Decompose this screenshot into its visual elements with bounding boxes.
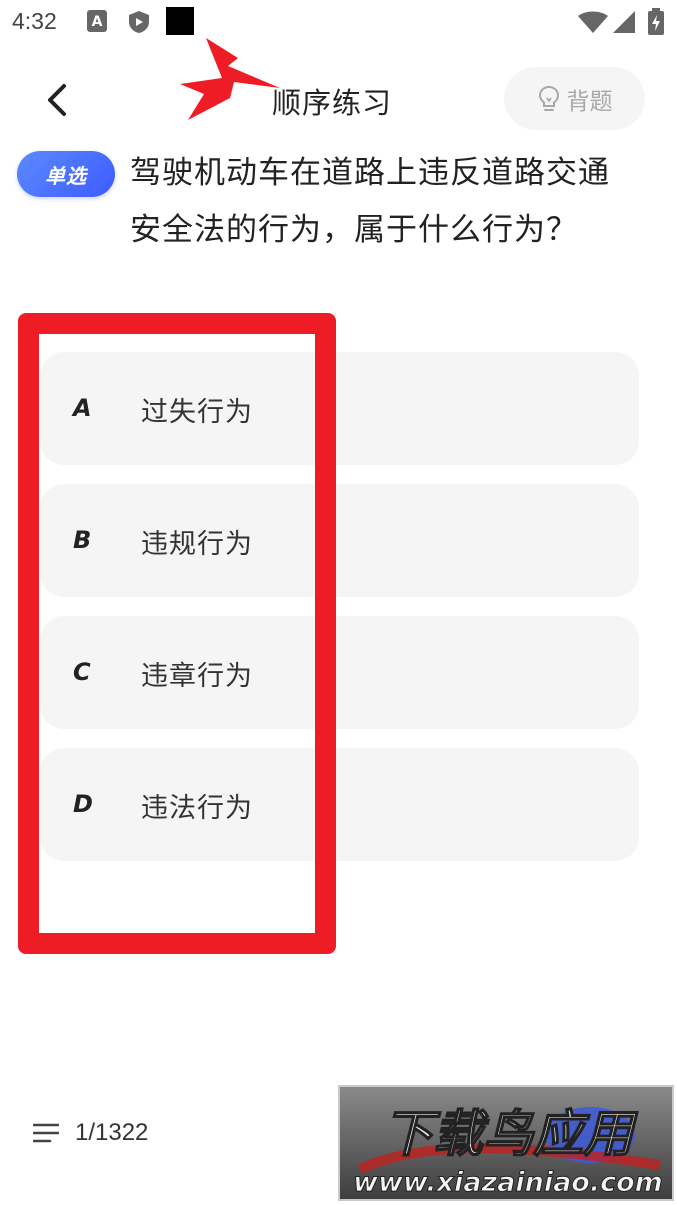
battery-icon	[648, 8, 664, 35]
status-bar: 4:32 A	[0, 0, 677, 46]
back-chevron-icon[interactable]	[36, 80, 80, 120]
page-title: 顺序练习	[272, 86, 393, 120]
signal-icon	[613, 11, 635, 33]
a-icon: A	[87, 10, 107, 32]
option-a[interactable]: A 过失行为	[40, 352, 639, 465]
option-letter: C	[73, 658, 91, 686]
shield-icon	[129, 11, 149, 33]
watermark-logo: 下载鸟应用 www.xiazainiao.com	[338, 1085, 674, 1201]
option-letter: A	[73, 394, 92, 422]
memorize-label: 背题	[566, 88, 613, 115]
memorize-button[interactable]: 背题	[504, 67, 645, 130]
progress-indicator[interactable]: 1/1322	[33, 1119, 148, 1147]
option-text: 过失行为	[141, 397, 253, 428]
black-square-icon	[166, 7, 194, 35]
watermark-url: www.xiazainiao.com	[353, 1167, 663, 1198]
lightbulb-icon	[538, 85, 559, 111]
option-text: 违规行为	[141, 529, 253, 560]
option-b[interactable]: B 违规行为	[40, 484, 639, 597]
option-d[interactable]: D 违法行为	[40, 748, 639, 861]
screen: 4:32 A 顺序练习 背题 单选 驾驶机动车在道路上违反道路交通安全法的行为，…	[0, 0, 677, 1205]
option-letter: D	[73, 790, 93, 818]
header: 顺序练习 背题	[0, 38, 677, 146]
option-c[interactable]: C 违章行为	[40, 616, 639, 729]
question-type-badge: 单选	[17, 151, 115, 197]
watermark-graphic: 下载鸟应用 www.xiazainiao.com	[353, 1104, 664, 1198]
option-text: 违章行为	[141, 661, 253, 692]
list-icon	[33, 1123, 59, 1143]
status-time: 4:32	[12, 8, 57, 34]
option-text: 违法行为	[141, 793, 253, 824]
watermark-title: 下载鸟应用	[383, 1105, 638, 1163]
option-letter: B	[73, 526, 92, 554]
progress-text: 1/1322	[75, 1119, 149, 1146]
question-text: 驾驶机动车在道路上违反道路交通安全法的行为，属于什么行为？	[130, 155, 610, 248]
wifi-icon	[578, 11, 608, 33]
svg-text:A: A	[92, 14, 103, 30]
red-arrow-annotation	[180, 38, 280, 120]
